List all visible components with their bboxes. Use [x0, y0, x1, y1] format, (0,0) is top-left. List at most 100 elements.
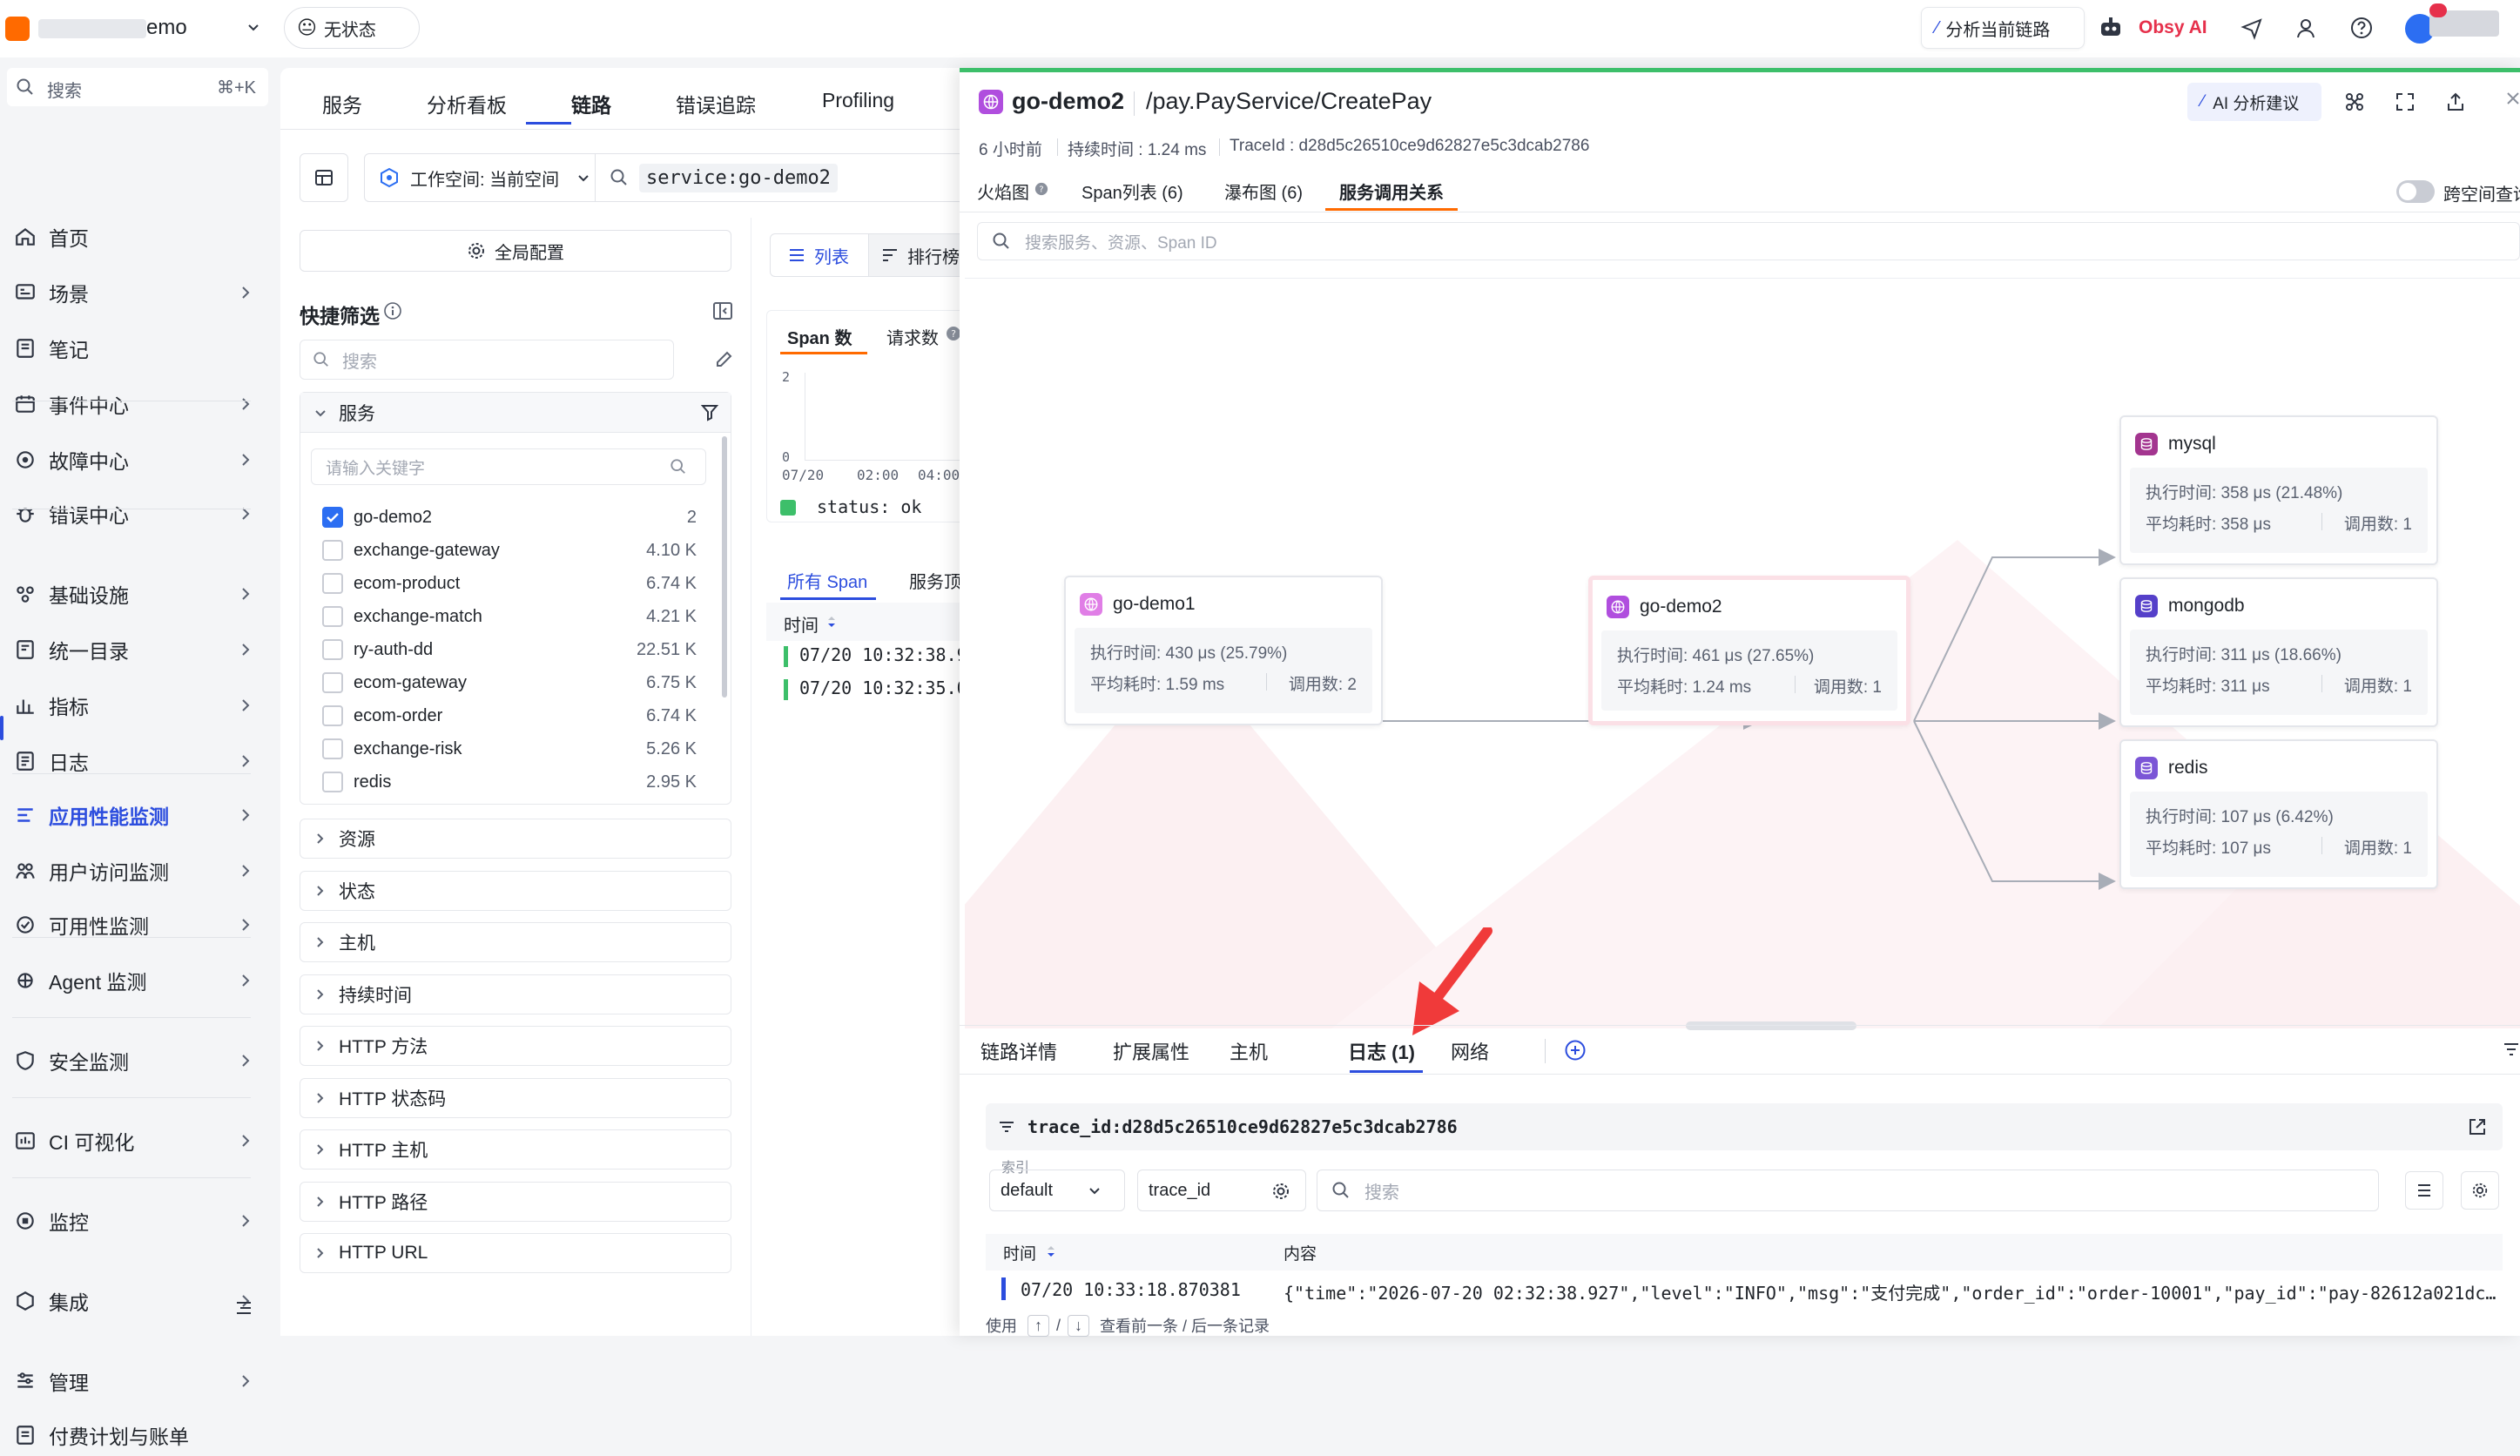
facet-2[interactable]: 主机: [300, 922, 731, 962]
service-item-name[interactable]: exchange-match: [354, 607, 482, 627]
nav-item-event[interactable]: 事件中心: [7, 383, 268, 425]
service-item-name[interactable]: go-demo2: [354, 508, 432, 528]
service-node-mongodb[interactable]: mongodb 执行时间: 311 μs (18.66%) 平均耗时: 311 μs…: [2119, 577, 2438, 727]
facet-1[interactable]: 状态: [300, 870, 731, 911]
detail-tab-3[interactable]: 日志 (1): [1348, 1037, 1415, 1065]
service-item-name[interactable]: ecom-order: [354, 706, 442, 726]
quick-filter-search[interactable]: 搜索: [300, 340, 674, 380]
share-trace-button[interactable]: [2335, 83, 2374, 121]
query-input[interactable]: service:go-demo2: [596, 153, 979, 202]
nav-item-catalog[interactable]: 统一目录: [7, 629, 268, 671]
close-button[interactable]: [2504, 90, 2520, 107]
service-node-redis[interactable]: redis 执行时间: 107 μs (6.42%) 平均耗时: 107 μs 调用数…: [2119, 739, 2438, 889]
span-row-time[interactable]: 07/20 10:32:35.0: [799, 677, 967, 698]
log-time-header[interactable]: 时间: [1003, 1241, 1036, 1264]
nav-item-log[interactable]: 日志: [7, 740, 268, 782]
facet-6[interactable]: HTTP 主机: [300, 1129, 731, 1170]
tab-apm-3[interactable]: 错误追踪: [676, 89, 756, 118]
nav-item-integration[interactable]: 集成: [7, 1280, 268, 1322]
cross-space-toggle[interactable]: [2396, 180, 2435, 203]
service-keyword-input[interactable]: 请输入关键字: [311, 448, 706, 485]
trace-tab-3[interactable]: 服务调用关系: [1339, 179, 1444, 204]
global-config-button[interactable]: 全局配置: [300, 230, 731, 272]
nav-item-monitor[interactable]: 监控: [7, 1200, 268, 1242]
service-checkbox[interactable]: [322, 705, 343, 726]
send-icon[interactable]: [2240, 16, 2264, 40]
service-item-name[interactable]: ecom-product: [354, 574, 460, 594]
nav-item-home[interactable]: 首页: [7, 216, 268, 258]
help-icon[interactable]: [2349, 16, 2374, 40]
nav-item-bug[interactable]: 错误中心: [7, 493, 268, 535]
span-row-time[interactable]: 07/20 10:32:38.9: [799, 644, 967, 665]
trace-tab-0[interactable]: 火焰图: [977, 179, 1029, 204]
service-item-name[interactable]: ecom-gateway: [354, 673, 467, 693]
trace-tab-2[interactable]: 瀑布图 (6): [1224, 179, 1303, 204]
nav-item-ci[interactable]: CI 可视化: [7, 1120, 268, 1162]
facet-0[interactable]: 资源: [300, 819, 731, 859]
collapse-nav-icon[interactable]: [233, 1298, 254, 1318]
service-checkbox[interactable]: [322, 738, 343, 759]
span-tab-all[interactable]: 所有 Span: [787, 568, 867, 593]
view-toggle-button[interactable]: [300, 153, 348, 202]
facet-7[interactable]: HTTP 路径: [300, 1181, 731, 1222]
trace-tab-1[interactable]: Span列表 (6): [1081, 179, 1183, 204]
tab-profiling[interactable]: Profiling: [822, 89, 894, 112]
service-checkbox[interactable]: [322, 606, 343, 627]
tab-options-icon[interactable]: [2503, 1041, 2520, 1058]
facet-8[interactable]: HTTP URL: [300, 1233, 731, 1273]
external-link-icon[interactable]: [2468, 1117, 2487, 1136]
facet-4[interactable]: HTTP 方法: [300, 1026, 731, 1066]
chevron-down-icon[interactable]: [246, 19, 261, 35]
trace-id[interactable]: TraceId : d28d5c26510ce9d62827e5c3dcab27…: [1230, 137, 1589, 156]
service-checkbox[interactable]: [322, 772, 343, 792]
analyze-trace-button[interactable]: ⁄ 分析当前链路: [1921, 7, 2085, 49]
tab-apm-2[interactable]: 链路: [571, 89, 611, 118]
service-node-mysql[interactable]: mysql 执行时间: 358 μs (21.48%) 平均耗时: 358 μs 调用…: [2119, 415, 2438, 565]
sort-icon[interactable]: [1045, 1244, 1057, 1258]
detail-tab-1[interactable]: 扩展属性: [1113, 1037, 1189, 1065]
view-list-tab[interactable]: 列表: [770, 233, 869, 277]
fullscreen-button[interactable]: [2386, 83, 2424, 121]
service-checkbox[interactable]: [322, 672, 343, 693]
sort-icon[interactable]: [825, 615, 838, 629]
service-facet-header[interactable]: 服务: [300, 393, 731, 433]
nav-item-shield[interactable]: 安全监测: [7, 1040, 268, 1082]
nav-item-note[interactable]: 笔记: [7, 327, 268, 369]
detail-tab-4[interactable]: 网络: [1451, 1037, 1489, 1065]
detail-tab-0[interactable]: 链路详情: [980, 1037, 1057, 1065]
add-tab-icon[interactable]: [1564, 1039, 1587, 1062]
service-node-go-demo1[interactable]: go-demo1 执行时间: 430 μs (25.79%) 平均耗时: 1.59 …: [1064, 576, 1383, 725]
facet-scrollbar[interactable]: [722, 436, 727, 698]
view-rank-tab[interactable]: 排行榜: [869, 233, 974, 277]
service-checkbox[interactable]: [322, 507, 343, 528]
obsy-ai-link[interactable]: Obsy AI: [2139, 17, 2207, 38]
collapse-panel-icon[interactable]: [712, 301, 733, 320]
nav-item-metric[interactable]: 指标: [7, 684, 268, 726]
nav-item-settings[interactable]: 管理: [7, 1360, 268, 1402]
workspace-select[interactable]: 工作空间: 当前空间: [364, 153, 596, 202]
nav-item-agent[interactable]: Agent 监测: [7, 960, 268, 1001]
service-node-go-demo2[interactable]: go-demo2 执行时间: 461 μs (27.65%) 平均耗时: 1.24 …: [1588, 576, 1910, 725]
status-chip[interactable]: 😐 无状态: [284, 7, 420, 49]
project-name[interactable]: emo: [146, 16, 187, 40]
service-checkbox[interactable]: [322, 540, 343, 561]
gear-icon[interactable]: [1271, 1182, 1290, 1201]
detail-tab-2[interactable]: 主机: [1230, 1037, 1268, 1065]
log-settings-button[interactable]: [2461, 1171, 2499, 1210]
tab-apm-1[interactable]: 分析看板: [427, 89, 507, 118]
metric-tab-span-count[interactable]: Span 数: [787, 324, 852, 349]
metric-tab-requests[interactable]: 请求数: [886, 324, 939, 349]
service-checkbox[interactable]: [322, 573, 343, 594]
tab-apm-0[interactable]: 服务: [322, 89, 362, 118]
graph-search-input[interactable]: 搜索服务、资源、Span ID: [977, 222, 2520, 260]
columns-button[interactable]: [2405, 1171, 2443, 1210]
service-item-name[interactable]: ry-auth-dd: [354, 640, 433, 660]
export-button[interactable]: [2436, 83, 2475, 121]
nav-item-billing[interactable]: 付费计划与账单: [7, 1414, 268, 1456]
facet-3[interactable]: 持续时间: [300, 974, 731, 1014]
service-item-name[interactable]: redis: [354, 772, 391, 792]
user-icon[interactable]: [2294, 16, 2318, 40]
nav-item-rum[interactable]: 用户访问监测: [7, 850, 268, 892]
service-checkbox[interactable]: [322, 639, 343, 660]
nav-item-infra[interactable]: 基础设施: [7, 573, 268, 615]
